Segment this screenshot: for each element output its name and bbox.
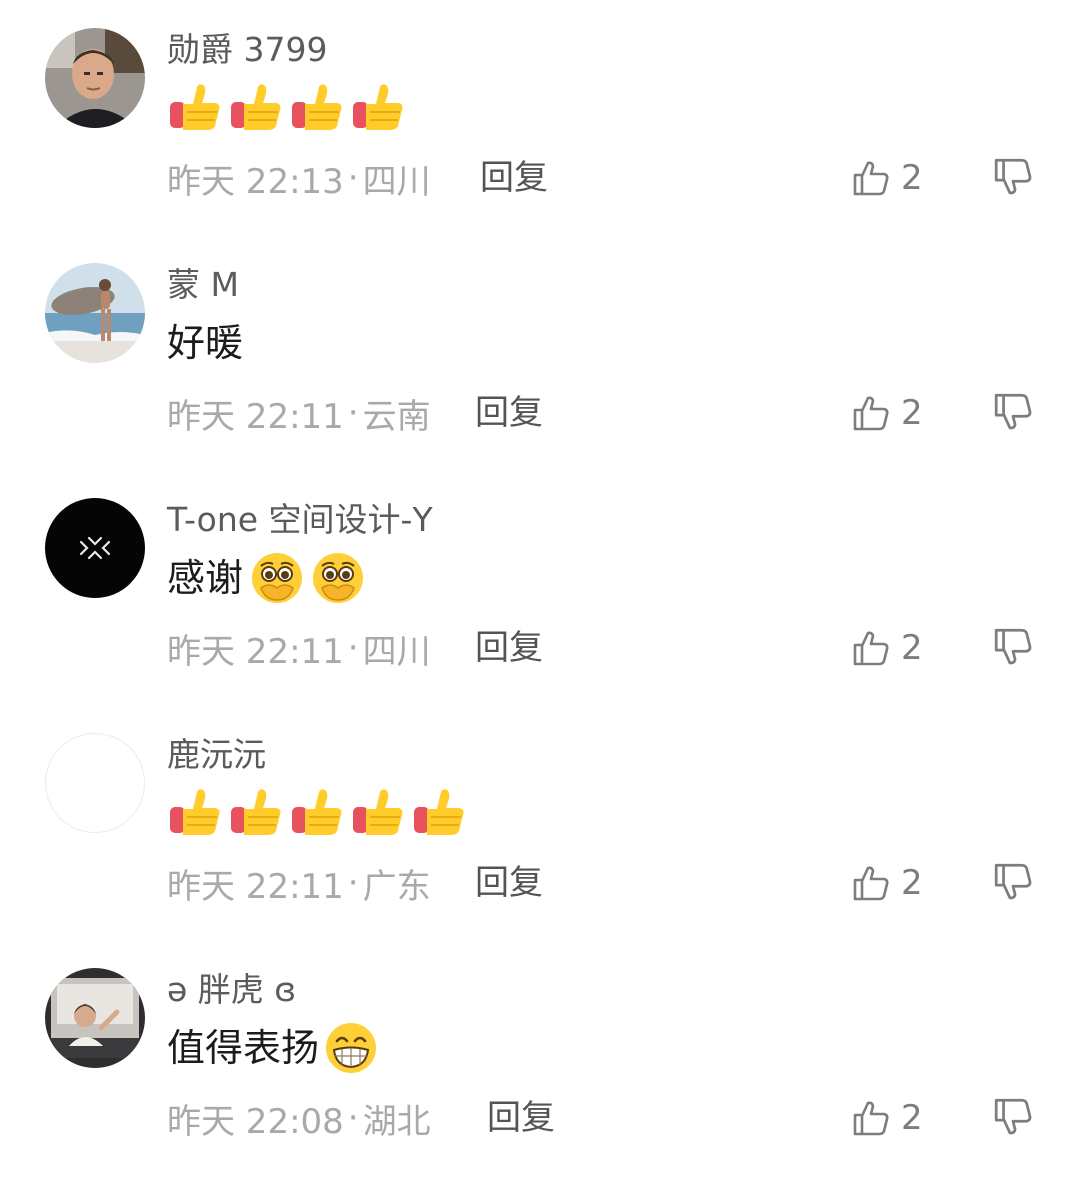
thumbs-down-icon[interactable]	[992, 626, 1034, 668]
thumbs-up-emoji	[350, 80, 406, 136]
like-count: 2	[901, 393, 923, 433]
username[interactable]: 鹿沅沅	[167, 733, 266, 777]
thumbs-down-icon[interactable]	[992, 156, 1034, 198]
comment-meta: 昨天 22:11 · 云南	[167, 385, 431, 441]
comment-content	[167, 80, 411, 136]
like-button[interactable]: 2	[851, 858, 923, 908]
thumbs-up-emoji	[228, 80, 284, 136]
thumbs-up-icon	[853, 866, 889, 901]
comment-content: 感谢	[167, 550, 371, 606]
reply-button[interactable]: 回复	[487, 1090, 555, 1146]
like-button[interactable]: 2	[851, 153, 923, 203]
comment-content	[167, 785, 472, 841]
meta-separator: ·	[347, 158, 359, 198]
thumbs-up-emoji	[228, 785, 284, 841]
like-count: 2	[901, 158, 923, 198]
avatar[interactable]	[45, 498, 145, 598]
meta-separator: ·	[347, 863, 359, 903]
like-count: 2	[901, 628, 923, 668]
timestamp: 昨天 22:11	[167, 631, 344, 672]
location: 四川	[362, 631, 431, 672]
like-button[interactable]: 2	[851, 1093, 923, 1143]
like-button[interactable]: 2	[851, 388, 923, 438]
timestamp: 昨天 22:08	[167, 1101, 344, 1142]
thumbs-down-icon[interactable]	[992, 861, 1034, 903]
comment-meta: 昨天 22:13 · 四川	[167, 150, 431, 206]
comment-meta: 昨天 22:11 · 广东	[167, 855, 431, 911]
comment-item: ə 胖虎 ɞ 值得表扬 昨天 22:08 · 湖北 回复 2	[0, 940, 1080, 1175]
timestamp: 昨天 22:13	[167, 161, 344, 202]
username[interactable]: T-one 空间设计-Y	[167, 498, 433, 542]
reply-button[interactable]: 回复	[475, 855, 543, 911]
reply-button[interactable]: 回复	[480, 150, 548, 206]
comment-meta: 昨天 22:11 · 四川	[167, 620, 431, 676]
touched-face-emoji	[310, 550, 366, 606]
thumbs-up-icon	[853, 1101, 889, 1136]
comment-content: 好暖	[167, 315, 243, 371]
comment-text: 值得表扬	[167, 1026, 320, 1070]
location: 云南	[362, 396, 431, 437]
meta-separator: ·	[347, 628, 359, 668]
timestamp: 昨天 22:11	[167, 866, 344, 907]
username[interactable]: 蒙 M	[167, 263, 239, 307]
like-button[interactable]: 2	[851, 623, 923, 673]
comment-item: 蒙 M 好暖 昨天 22:11 · 云南 回复 2	[0, 235, 1080, 470]
touched-face-emoji	[249, 550, 305, 606]
like-count: 2	[901, 863, 923, 903]
username[interactable]: 勋爵 3799	[167, 28, 327, 72]
thumbs-up-emoji	[289, 80, 345, 136]
thumbs-up-emoji	[289, 785, 345, 841]
timestamp: 昨天 22:11	[167, 396, 344, 437]
comment-item: 鹿沅沅 昨天 22:11 · 广东 回复 2	[0, 705, 1080, 940]
comment-item: 勋爵 3799 昨天 22:13 · 四川 回复 2	[0, 0, 1080, 235]
comment-item: T-one 空间设计-Y 感谢 昨天 22:11 · 四川 回复 2	[0, 470, 1080, 705]
meta-separator: ·	[347, 1098, 359, 1138]
thumbs-up-emoji	[411, 785, 467, 841]
like-count: 2	[901, 1098, 923, 1138]
username[interactable]: ə 胖虎 ɞ	[167, 968, 296, 1012]
meta-separator: ·	[347, 393, 359, 433]
thumbs-down-icon[interactable]	[992, 391, 1034, 433]
comment-content: 值得表扬	[167, 1020, 384, 1076]
grin-emoji	[323, 1020, 379, 1076]
thumbs-up-emoji	[350, 785, 406, 841]
comment-text: 感谢	[167, 556, 244, 600]
avatar[interactable]	[45, 263, 145, 363]
reply-button[interactable]: 回复	[475, 385, 543, 441]
thumbs-up-icon	[853, 631, 889, 666]
thumbs-up-icon	[853, 396, 889, 431]
location: 广东	[362, 866, 431, 907]
location: 湖北	[362, 1101, 431, 1142]
thumbs-down-icon[interactable]	[992, 1096, 1034, 1138]
comment-meta: 昨天 22:08 · 湖北	[167, 1090, 431, 1146]
comment-text: 好暖	[167, 321, 244, 365]
thumbs-up-icon	[853, 161, 889, 196]
avatar[interactable]	[45, 28, 145, 128]
avatar[interactable]	[45, 968, 145, 1068]
thumbs-up-emoji	[167, 80, 223, 136]
location: 四川	[362, 161, 431, 202]
thumbs-up-emoji	[167, 785, 223, 841]
reply-button[interactable]: 回复	[475, 620, 543, 676]
avatar[interactable]	[45, 733, 145, 833]
